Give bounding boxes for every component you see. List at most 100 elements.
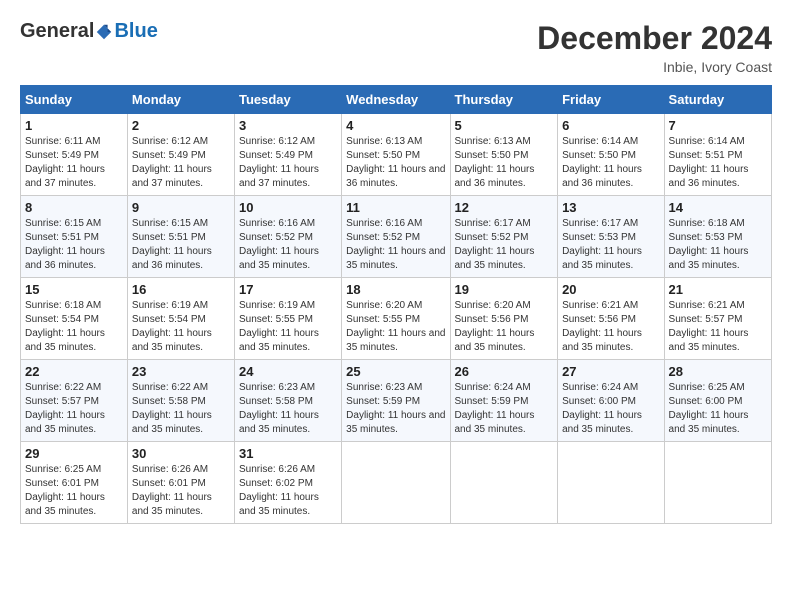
day-number: 10 <box>239 200 337 215</box>
day-number: 6 <box>562 118 659 133</box>
day-number: 21 <box>669 282 767 297</box>
day-info: Sunrise: 6:16 AMSunset: 5:52 PMDaylight:… <box>239 217 337 273</box>
calendar-table: SundayMondayTuesdayWednesdayThursdayFrid… <box>20 85 772 524</box>
day-number: 11 <box>346 200 445 215</box>
day-number: 31 <box>239 446 337 461</box>
calendar-cell <box>664 442 771 524</box>
day-number: 28 <box>669 364 767 379</box>
title-block: December 2024 Inbie, Ivory Coast <box>537 20 772 75</box>
calendar-cell: 27Sunrise: 6:24 AMSunset: 6:00 PMDayligh… <box>558 360 664 442</box>
calendar-cell: 11 Sunrise: 6:16 AMSunset: 5:52 PMDayligh… <box>342 196 450 278</box>
day-info: Sunrise: 6:16 AMSunset: 5:52 PMDaylight:… <box>346 217 445 273</box>
day-info: Sunrise: 6:18 AMSunset: 5:54 PMDaylight:… <box>25 299 123 355</box>
calendar-header-row: SundayMondayTuesdayWednesdayThursdayFrid… <box>21 86 772 114</box>
calendar-cell: 7Sunrise: 6:14 AMSunset: 5:51 PMDaylight… <box>664 114 771 196</box>
logo-general: General <box>20 20 94 43</box>
day-header-tuesday: Tuesday <box>234 86 341 114</box>
day-info: Sunrise: 6:12 AMSunset: 5:49 PMDaylight:… <box>132 135 230 191</box>
calendar-cell: 19 Sunrise: 6:20 AMSunset: 5:56 PMDayligh… <box>450 278 558 360</box>
day-info: Sunrise: 6:20 AMSunset: 5:55 PMDaylight:… <box>346 299 445 355</box>
day-info: Sunrise: 6:14 AMSunset: 5:50 PMDaylight:… <box>562 135 659 191</box>
day-info: Sunrise: 6:19 AMSunset: 5:54 PMDaylight:… <box>132 299 230 355</box>
calendar-cell: 26Sunrise: 6:24 AMSunset: 5:59 PMDayligh… <box>450 360 558 442</box>
calendar-cell: 24Sunrise: 6:23 AMSunset: 5:58 PMDayligh… <box>234 360 341 442</box>
calendar-cell: 20Sunrise: 6:21 AMSunset: 5:56 PMDayligh… <box>558 278 664 360</box>
day-info: Sunrise: 6:17 AMSunset: 5:52 PMDaylight:… <box>455 217 554 273</box>
calendar-cell: 10 Sunrise: 6:16 AMSunset: 5:52 PMDayligh… <box>234 196 341 278</box>
day-info: Sunrise: 6:21 AMSunset: 5:57 PMDaylight:… <box>669 299 767 355</box>
calendar-cell: 5 Sunrise: 6:13 AMSunset: 5:50 PMDaylight… <box>450 114 558 196</box>
day-number: 14 <box>669 200 767 215</box>
day-number: 2 <box>132 118 230 133</box>
day-info: Sunrise: 6:22 AMSunset: 5:58 PMDaylight:… <box>132 381 230 437</box>
calendar-cell: 9 Sunrise: 6:15 AMSunset: 5:51 PMDaylight… <box>127 196 234 278</box>
day-info: Sunrise: 6:25 AMSunset: 6:01 PMDaylight:… <box>25 463 123 519</box>
day-number: 12 <box>455 200 554 215</box>
calendar-week-3: 15Sunrise: 6:18 AMSunset: 5:54 PMDayligh… <box>21 278 772 360</box>
calendar-cell <box>450 442 558 524</box>
day-number: 26 <box>455 364 554 379</box>
day-info: Sunrise: 6:14 AMSunset: 5:51 PMDaylight:… <box>669 135 767 191</box>
calendar-week-4: 22Sunrise: 6:22 AMSunset: 5:57 PMDayligh… <box>21 360 772 442</box>
day-header-saturday: Saturday <box>664 86 771 114</box>
calendar-cell: 21 Sunrise: 6:21 AMSunset: 5:57 PMDayligh… <box>664 278 771 360</box>
day-info: Sunrise: 6:19 AMSunset: 5:55 PMDaylight:… <box>239 299 337 355</box>
day-info: Sunrise: 6:13 AMSunset: 5:50 PMDaylight:… <box>455 135 554 191</box>
day-number: 16 <box>132 282 230 297</box>
day-info: Sunrise: 6:26 AMSunset: 6:01 PMDaylight:… <box>132 463 230 519</box>
day-number: 8 <box>25 200 123 215</box>
calendar-cell <box>342 442 450 524</box>
calendar-cell: 22Sunrise: 6:22 AMSunset: 5:57 PMDayligh… <box>21 360 128 442</box>
day-info: Sunrise: 6:15 AMSunset: 5:51 PMDaylight:… <box>132 217 230 273</box>
day-info: Sunrise: 6:23 AMSunset: 5:59 PMDaylight:… <box>346 381 445 437</box>
day-number: 22 <box>25 364 123 379</box>
day-number: 18 <box>346 282 445 297</box>
calendar-cell: 25 Sunrise: 6:23 AMSunset: 5:59 PMDayligh… <box>342 360 450 442</box>
calendar-cell: 1Sunrise: 6:11 AMSunset: 5:49 PMDaylight… <box>21 114 128 196</box>
day-header-sunday: Sunday <box>21 86 128 114</box>
day-number: 20 <box>562 282 659 297</box>
day-info: Sunrise: 6:24 AMSunset: 6:00 PMDaylight:… <box>562 381 659 437</box>
day-number: 17 <box>239 282 337 297</box>
calendar-cell: 6 Sunrise: 6:14 AMSunset: 5:50 PMDaylight… <box>558 114 664 196</box>
day-number: 9 <box>132 200 230 215</box>
calendar-cell: 16 Sunrise: 6:19 AMSunset: 5:54 PMDayligh… <box>127 278 234 360</box>
day-info: Sunrise: 6:17 AMSunset: 5:53 PMDaylight:… <box>562 217 659 273</box>
day-header-monday: Monday <box>127 86 234 114</box>
day-number: 23 <box>132 364 230 379</box>
calendar-week-1: 1Sunrise: 6:11 AMSunset: 5:49 PMDaylight… <box>21 114 772 196</box>
calendar-cell: 18 Sunrise: 6:20 AMSunset: 5:55 PMDayligh… <box>342 278 450 360</box>
day-number: 5 <box>455 118 554 133</box>
day-number: 25 <box>346 364 445 379</box>
day-number: 24 <box>239 364 337 379</box>
calendar-cell: 30Sunrise: 6:26 AMSunset: 6:01 PMDayligh… <box>127 442 234 524</box>
day-info: Sunrise: 6:15 AMSunset: 5:51 PMDaylight:… <box>25 217 123 273</box>
calendar-cell: 12 Sunrise: 6:17 AMSunset: 5:52 PMDayligh… <box>450 196 558 278</box>
day-number: 4 <box>346 118 445 133</box>
location: Inbie, Ivory Coast <box>537 59 772 75</box>
calendar-cell: 17 Sunrise: 6:19 AMSunset: 5:55 PMDayligh… <box>234 278 341 360</box>
day-info: Sunrise: 6:26 AMSunset: 6:02 PMDaylight:… <box>239 463 337 519</box>
calendar-week-5: 29Sunrise: 6:25 AMSunset: 6:01 PMDayligh… <box>21 442 772 524</box>
day-info: Sunrise: 6:18 AMSunset: 5:53 PMDaylight:… <box>669 217 767 273</box>
day-info: Sunrise: 6:20 AMSunset: 5:56 PMDaylight:… <box>455 299 554 355</box>
day-header-friday: Friday <box>558 86 664 114</box>
day-header-thursday: Thursday <box>450 86 558 114</box>
calendar-cell: 2 Sunrise: 6:12 AMSunset: 5:49 PMDaylight… <box>127 114 234 196</box>
calendar-cell: 15Sunrise: 6:18 AMSunset: 5:54 PMDayligh… <box>21 278 128 360</box>
calendar-cell: 29Sunrise: 6:25 AMSunset: 6:01 PMDayligh… <box>21 442 128 524</box>
logo-icon <box>95 23 113 41</box>
calendar-cell: 14 Sunrise: 6:18 AMSunset: 5:53 PMDayligh… <box>664 196 771 278</box>
day-info: Sunrise: 6:12 AMSunset: 5:49 PMDaylight:… <box>239 135 337 191</box>
month-title: December 2024 <box>537 20 772 57</box>
day-number: 19 <box>455 282 554 297</box>
calendar-cell: 3Sunrise: 6:12 AMSunset: 5:49 PMDaylight… <box>234 114 341 196</box>
calendar-cell: 31 Sunrise: 6:26 AMSunset: 6:02 PMDayligh… <box>234 442 341 524</box>
calendar-cell: 23 Sunrise: 6:22 AMSunset: 5:58 PMDayligh… <box>127 360 234 442</box>
calendar-cell <box>558 442 664 524</box>
day-info: Sunrise: 6:13 AMSunset: 5:50 PMDaylight:… <box>346 135 445 191</box>
calendar-cell: 4 Sunrise: 6:13 AMSunset: 5:50 PMDaylight… <box>342 114 450 196</box>
day-number: 1 <box>25 118 123 133</box>
page-header: General Blue December 2024 Inbie, Ivory … <box>20 20 772 75</box>
logo-blue: Blue <box>114 20 157 43</box>
